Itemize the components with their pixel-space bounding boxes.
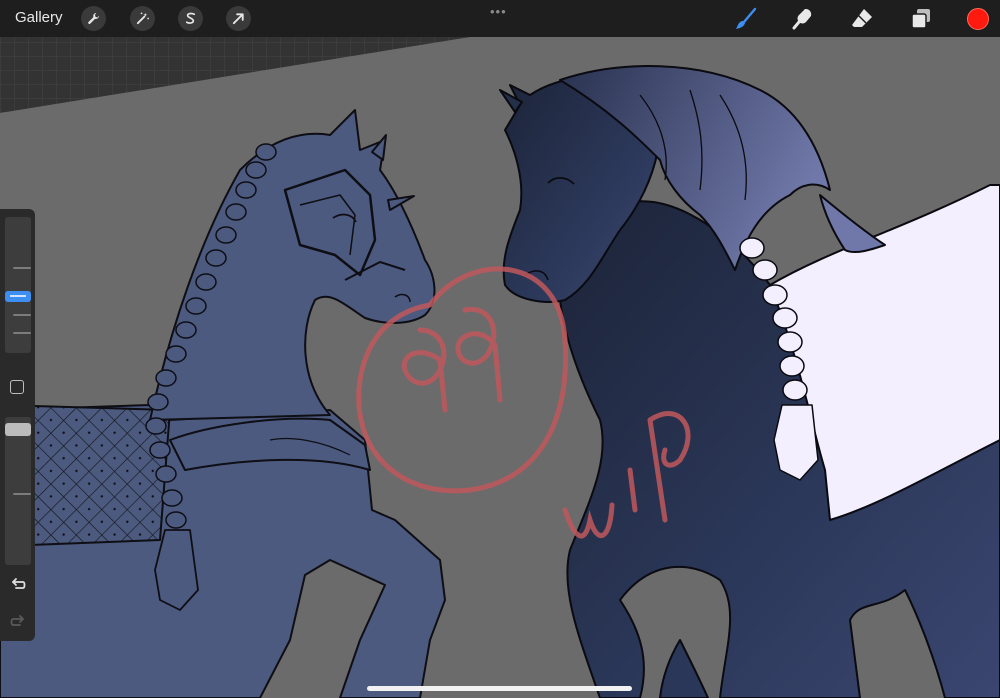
brush-opacity-handle[interactable] (5, 423, 31, 436)
smudge-finger-icon (792, 9, 812, 30)
slider-tick (13, 332, 31, 334)
home-indicator[interactable] (367, 686, 632, 691)
slider-tick (13, 493, 31, 495)
eraser-tool-button[interactable] (848, 5, 876, 33)
slider-tick (13, 267, 31, 269)
brush-icon (736, 7, 757, 29)
more-options-button[interactable]: ••• (490, 4, 507, 19)
modify-square-icon[interactable] (10, 380, 24, 394)
layers-icon (911, 9, 930, 29)
artwork (0, 37, 1000, 698)
smudge-tool-button[interactable] (789, 5, 817, 33)
wrench-icon (88, 12, 100, 25)
brush-opacity-slider[interactable] (5, 417, 31, 565)
brush-tool-button[interactable] (732, 5, 760, 33)
brush-size-slider[interactable] (5, 217, 31, 353)
selection-s-icon (185, 12, 196, 24)
magic-wand-icon (136, 12, 149, 25)
drawing-canvas[interactable] (0, 37, 1000, 698)
brush-size-handle[interactable] (5, 291, 31, 302)
eraser-icon (852, 9, 872, 27)
layers-button[interactable] (907, 5, 935, 33)
arrow-cursor-icon (232, 13, 244, 25)
adjustments-button[interactable] (130, 6, 155, 31)
side-toolbar (0, 209, 35, 641)
top-toolbar: Gallery ••• (0, 0, 1000, 37)
undo-icon[interactable] (9, 575, 27, 593)
transform-button[interactable] (226, 6, 251, 31)
redo-icon[interactable] (9, 612, 27, 630)
color-picker-button[interactable] (967, 8, 989, 30)
selection-button[interactable] (178, 6, 203, 31)
actions-button[interactable] (81, 6, 106, 31)
slider-tick (13, 314, 31, 316)
gallery-button[interactable]: Gallery (15, 9, 63, 26)
